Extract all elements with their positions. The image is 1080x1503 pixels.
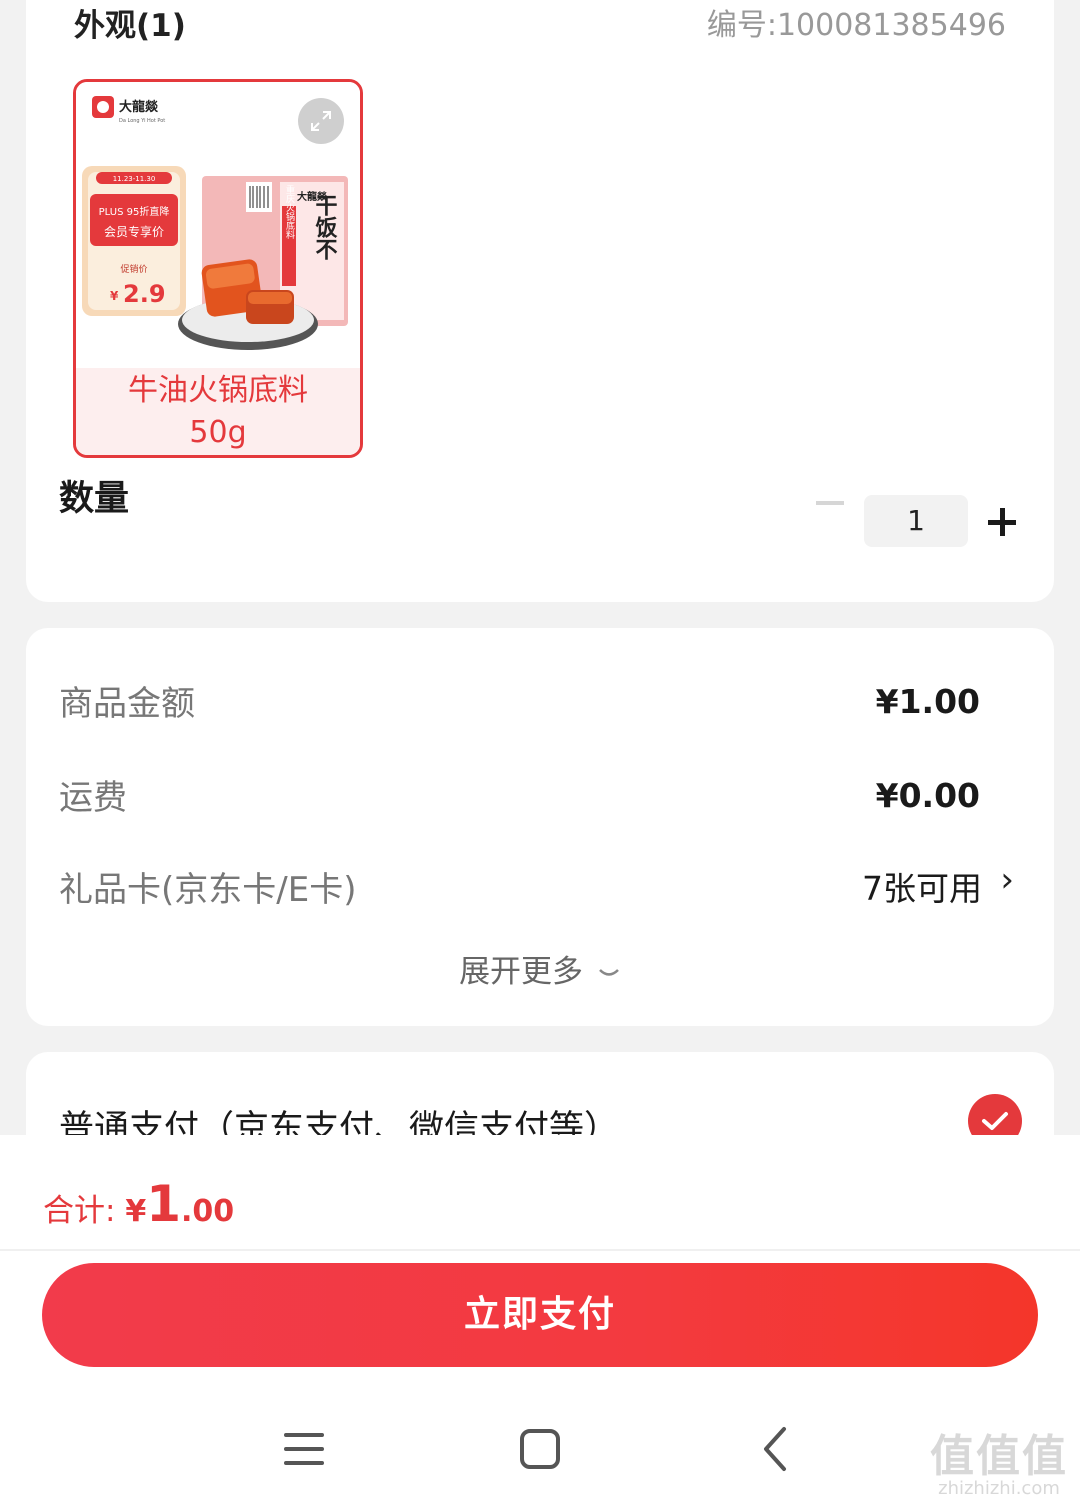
image-brand-en: Da Long Yi Hot Pot xyxy=(119,118,165,124)
menu-icon xyxy=(284,1433,324,1465)
total-label: 合计: xyxy=(43,1193,126,1229)
quantity-increase-button[interactable] xyxy=(988,508,1016,536)
image-pack-slogan: 干饭不 xyxy=(312,194,338,260)
divider xyxy=(0,1249,1080,1251)
watermark-url: zhizhizhi.com xyxy=(938,1478,1060,1499)
giftcard-label: 礼品卡(京东卡/E卡) xyxy=(59,870,357,910)
chevron-down-icon xyxy=(599,968,619,976)
image-promo-dates: 11.23-11.30 xyxy=(113,175,156,183)
quantity-decrease-button[interactable] xyxy=(816,501,844,505)
system-nav-bar xyxy=(0,1395,1080,1503)
total-amount: 合计: ¥1.00 xyxy=(43,1175,234,1233)
variant-name: 牛油火锅底料 xyxy=(128,373,308,408)
expand-icon xyxy=(311,111,331,131)
pay-now-button[interactable]: 立即支付 xyxy=(42,1263,1038,1367)
back-chevron-icon xyxy=(764,1427,786,1471)
image-promo-sub: 会员专享价 xyxy=(104,224,164,239)
expand-more-button[interactable]: 展开更多 xyxy=(26,946,1054,991)
image-promo-price-label: 促销价 xyxy=(120,263,147,275)
watermark-logo: 值值值 xyxy=(930,1431,1068,1482)
product-card: 外观(1) 编号:100081385496 大龍燚 Da Long Yi Hot… xyxy=(26,0,1054,602)
shipping-value: ¥0.00 xyxy=(875,776,980,815)
variant-spec: 50g xyxy=(189,415,247,450)
checkmark-icon xyxy=(982,1112,1008,1130)
image-promo-price: 2.9 xyxy=(123,280,166,308)
goods-amount-value: ¥1.00 xyxy=(875,682,980,721)
total-integer: 1 xyxy=(146,1175,181,1233)
total-decimal: .00 xyxy=(180,1194,235,1229)
back-button[interactable] xyxy=(746,1419,806,1479)
appearance-title: 外观(1) xyxy=(74,8,186,44)
price-breakdown-card: 商品金额 ¥1.00 运费 ¥0.00 礼品卡(京东卡/E卡) 7张可用 › 展… xyxy=(26,628,1054,1026)
recent-apps-button[interactable] xyxy=(274,1419,334,1479)
variant-option-selected[interactable]: 大龍燚 Da Long Yi Hot Pot 11.23-11.30 PLUS … xyxy=(73,79,363,458)
image-brand: 大龍燚 xyxy=(119,99,159,115)
watermark: 值值值 zhizhizhi.com xyxy=(930,1420,1068,1499)
image-promo-title: PLUS 95折直降 xyxy=(99,205,170,218)
shipping-label: 运费 xyxy=(59,778,127,818)
quantity-label: 数量 xyxy=(59,479,130,519)
giftcard-value: 7张可用 xyxy=(862,869,982,908)
home-square-icon xyxy=(520,1429,560,1469)
chevron-right-icon: › xyxy=(1000,860,1014,900)
home-button[interactable] xyxy=(510,1419,570,1479)
image-promo-price-currency: ¥ xyxy=(110,289,119,303)
quantity-input[interactable]: 1 xyxy=(864,495,968,547)
product-code: 编号:100081385496 xyxy=(706,8,1006,43)
total-currency: ¥ xyxy=(125,1194,147,1229)
expand-more-label: 展开更多 xyxy=(459,954,584,990)
expand-image-button[interactable] xyxy=(298,98,344,144)
variant-caption: 牛油火锅底料 50g xyxy=(76,368,360,455)
image-pack-side: 重庆火锅底料 xyxy=(284,184,295,240)
goods-amount-label: 商品金额 xyxy=(59,684,195,724)
